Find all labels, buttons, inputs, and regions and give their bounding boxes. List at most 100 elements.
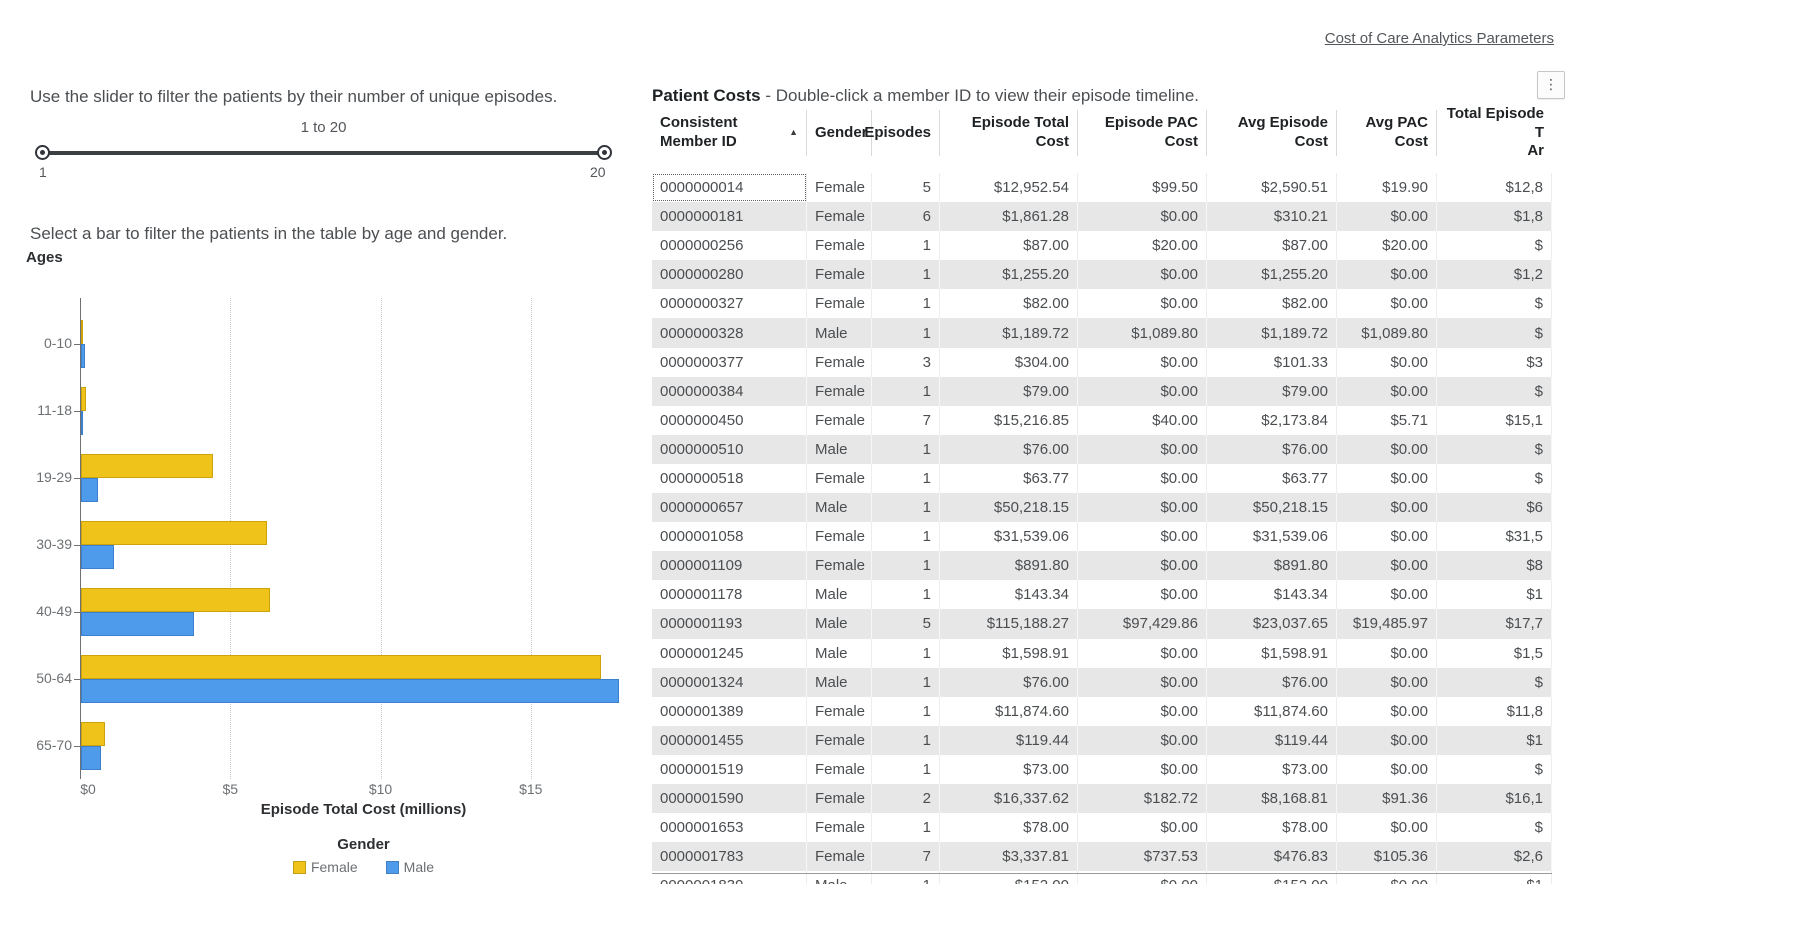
table-cell[interactable]: $182.72 — [1078, 784, 1207, 813]
table-cell[interactable]: $0.00 — [1337, 377, 1437, 406]
table-cell[interactable]: $1 — [1437, 726, 1552, 755]
member-id-cell[interactable]: 0000001245 — [652, 639, 807, 668]
table-cell[interactable]: Male — [807, 435, 872, 464]
table-cell[interactable]: $0.00 — [1078, 493, 1207, 522]
table-row[interactable]: 0000000510Male1$76.00$0.00$76.00$0.00$ — [652, 435, 1552, 464]
table-options-menu-button[interactable]: ⋮ — [1537, 71, 1565, 99]
table-cell[interactable]: Female — [807, 842, 872, 871]
table-cell[interactable]: $0.00 — [1078, 668, 1207, 697]
table-cell[interactable]: $1,089.80 — [1337, 318, 1437, 347]
table-cell[interactable]: $40.00 — [1078, 406, 1207, 435]
table-cell[interactable]: $78.00 — [940, 813, 1078, 842]
table-cell[interactable]: 1 — [872, 813, 940, 842]
member-id-cell[interactable]: 0000000280 — [652, 260, 807, 289]
table-cell[interactable]: $0.00 — [1337, 493, 1437, 522]
table-cell[interactable]: $3 — [1437, 348, 1552, 377]
table-cell[interactable]: $19.90 — [1337, 173, 1437, 202]
member-id-cell[interactable]: 0000001783 — [652, 842, 807, 871]
bar-50-64-male[interactable] — [81, 679, 619, 703]
table-cell[interactable]: $ — [1437, 668, 1552, 697]
table-cell[interactable]: $82.00 — [1207, 289, 1337, 318]
table-cell[interactable]: $0.00 — [1337, 726, 1437, 755]
table-cell[interactable]: $1,8 — [1437, 202, 1552, 231]
table-cell[interactable]: $20.00 — [1078, 231, 1207, 260]
table-cell[interactable]: 1 — [872, 639, 940, 668]
table-cell[interactable]: $0.00 — [1337, 551, 1437, 580]
table-cell[interactable]: $737.53 — [1078, 842, 1207, 871]
member-id-cell[interactable]: 0000000328 — [652, 318, 807, 347]
table-cell[interactable]: $101.33 — [1207, 348, 1337, 377]
member-id-cell[interactable]: 0000001590 — [652, 784, 807, 813]
column-header-consistent-member-id[interactable]: ConsistentMember ID▲ — [652, 110, 807, 156]
table-cell[interactable]: $11,874.60 — [1207, 697, 1337, 726]
table-cell[interactable]: $23,037.65 — [1207, 609, 1337, 638]
column-header-avg-episode-cost[interactable]: Avg Episode Cost — [1207, 110, 1337, 156]
column-header-episode-total-cost[interactable]: Episode Total Cost — [940, 110, 1078, 156]
table-cell[interactable]: $1,598.91 — [940, 639, 1078, 668]
table-cell[interactable]: $1,5 — [1437, 639, 1552, 668]
table-cell[interactable]: 3 — [872, 348, 940, 377]
table-cell[interactable]: $891.80 — [940, 551, 1078, 580]
table-cell[interactable]: $0.00 — [1337, 522, 1437, 551]
table-cell[interactable]: $891.80 — [1207, 551, 1337, 580]
table-cell[interactable]: $0.00 — [1078, 377, 1207, 406]
table-cell[interactable]: 1 — [872, 668, 940, 697]
table-row[interactable]: 0000000256Female1$87.00$20.00$87.00$20.0… — [652, 231, 1552, 260]
table-cell[interactable]: $0.00 — [1337, 755, 1437, 784]
table-cell[interactable]: 5 — [872, 609, 940, 638]
table-cell[interactable]: $0.00 — [1078, 551, 1207, 580]
table-cell[interactable]: 1 — [872, 289, 940, 318]
table-row[interactable]: 0000000328Male1$1,189.72$1,089.80$1,189.… — [652, 318, 1552, 347]
table-cell[interactable]: $19,485.97 — [1337, 609, 1437, 638]
column-header-avg-pac-cost[interactable]: Avg PAC Cost — [1337, 110, 1437, 156]
table-cell[interactable]: Female — [807, 348, 872, 377]
table-cell[interactable]: $0.00 — [1078, 580, 1207, 609]
table-row[interactable]: 0000001109Female1$891.80$0.00$891.80$0.0… — [652, 551, 1552, 580]
table-cell[interactable]: 6 — [872, 202, 940, 231]
table-row[interactable]: 0000000657Male1$50,218.15$0.00$50,218.15… — [652, 493, 1552, 522]
table-row[interactable]: 0000000377Female3$304.00$0.00$101.33$0.0… — [652, 348, 1552, 377]
table-cell[interactable]: Male — [807, 493, 872, 522]
table-cell[interactable]: $78.00 — [1207, 813, 1337, 842]
table-row[interactable]: 0000001519Female1$73.00$0.00$73.00$0.00$ — [652, 755, 1552, 784]
table-cell[interactable]: $2,173.84 — [1207, 406, 1337, 435]
bar-0-10-female[interactable] — [81, 320, 83, 344]
member-id-cell[interactable]: 0000001519 — [652, 755, 807, 784]
table-row[interactable]: 0000001193Male5$115,188.27$97,429.86$23,… — [652, 609, 1552, 638]
table-cell[interactable]: 2 — [872, 784, 940, 813]
table-cell[interactable]: Female — [807, 173, 872, 202]
table-cell[interactable]: $99.50 — [1078, 173, 1207, 202]
cost-of-care-parameters-link[interactable]: Cost of Care Analytics Parameters — [1325, 30, 1554, 47]
table-cell[interactable]: $0.00 — [1078, 464, 1207, 493]
table-cell[interactable]: $0.00 — [1078, 289, 1207, 318]
slider-handle-min[interactable] — [35, 145, 50, 160]
table-cell[interactable]: $0.00 — [1078, 435, 1207, 464]
table-cell[interactable]: Female — [807, 551, 872, 580]
table-cell[interactable]: $0.00 — [1078, 697, 1207, 726]
bar-40-49-female[interactable] — [81, 588, 270, 612]
bar-30-39-female[interactable] — [81, 521, 267, 545]
table-cell[interactable]: $2,6 — [1437, 842, 1552, 871]
table-cell[interactable]: $79.00 — [1207, 377, 1337, 406]
table-row[interactable]: 0000001590Female2$16,337.62$182.72$8,168… — [652, 784, 1552, 813]
column-header-episodes[interactable]: Episodes — [872, 110, 940, 156]
table-cell[interactable]: $82.00 — [940, 289, 1078, 318]
table-cell[interactable]: 1 — [872, 755, 940, 784]
table-cell[interactable]: 1 — [872, 522, 940, 551]
table-cell[interactable]: $76.00 — [1207, 435, 1337, 464]
table-cell[interactable]: $12,8 — [1437, 173, 1552, 202]
table-cell[interactable]: $1,2 — [1437, 260, 1552, 289]
table-cell[interactable]: $0.00 — [1337, 435, 1437, 464]
member-id-cell[interactable]: 0000001178 — [652, 580, 807, 609]
column-header-episode-pac-cost[interactable]: Episode PAC Cost — [1078, 110, 1207, 156]
table-row[interactable]: 0000000014Female5$12,952.54$99.50$2,590.… — [652, 173, 1552, 202]
table-cell[interactable]: Female — [807, 406, 872, 435]
table-cell[interactable]: $ — [1437, 318, 1552, 347]
table-cell[interactable]: $1,255.20 — [1207, 260, 1337, 289]
member-id-cell[interactable]: 0000001455 — [652, 726, 807, 755]
table-cell[interactable]: $ — [1437, 231, 1552, 260]
table-cell[interactable]: $0.00 — [1078, 348, 1207, 377]
table-cell[interactable]: $1,598.91 — [1207, 639, 1337, 668]
table-cell[interactable]: $8 — [1437, 551, 1552, 580]
table-cell[interactable]: $87.00 — [1207, 231, 1337, 260]
